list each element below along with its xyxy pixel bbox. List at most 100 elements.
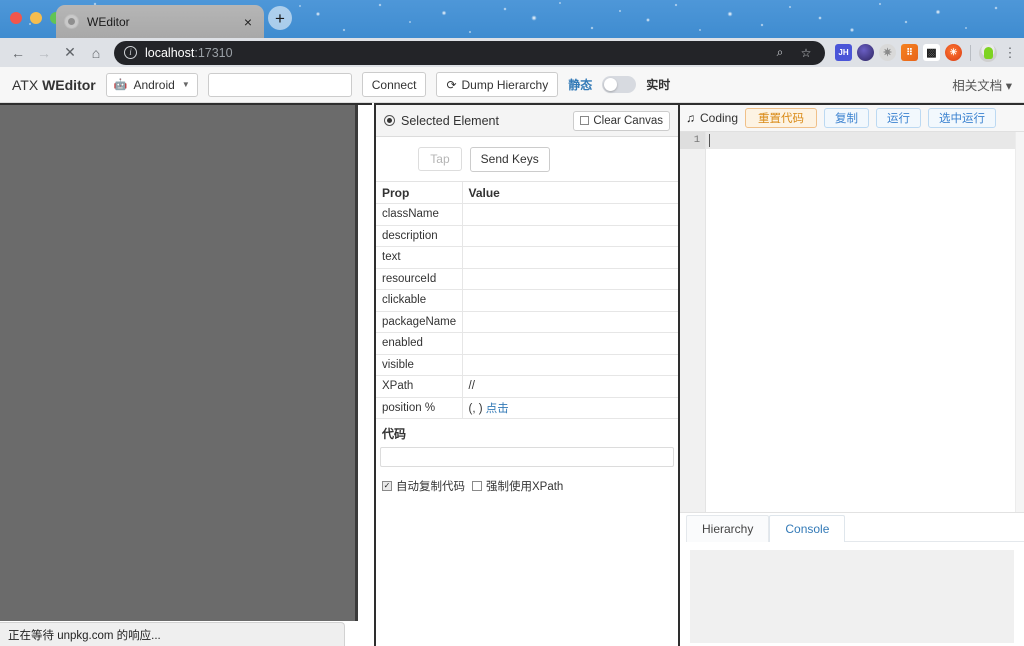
tab-hierarchy[interactable]: Hierarchy bbox=[686, 515, 770, 542]
line-number: 1 bbox=[680, 132, 705, 149]
auto-copy-code-checkbox[interactable]: 自动复制代码 bbox=[382, 478, 465, 494]
prop-value bbox=[462, 246, 678, 269]
table-row: resourceId bbox=[376, 268, 678, 290]
bookmark-star-icon[interactable]: ☆ bbox=[797, 46, 815, 60]
search-icon[interactable]: ⌕ bbox=[771, 45, 789, 60]
editor-active-line[interactable] bbox=[706, 132, 1024, 149]
mode-live-label[interactable]: 实时 bbox=[646, 76, 670, 93]
table-row: position % (, ) 点击 bbox=[376, 397, 678, 419]
forward-icon[interactable]: → bbox=[32, 41, 56, 65]
table-row: visible bbox=[376, 354, 678, 376]
code-section-label: 代码 bbox=[382, 427, 407, 441]
table-row: description bbox=[376, 225, 678, 247]
editor-vertical-scrollbar[interactable] bbox=[1015, 132, 1024, 512]
prop-value: // bbox=[462, 375, 678, 398]
copy-code-button[interactable]: 复制 bbox=[824, 108, 870, 128]
dump-hierarchy-label: Dump Hierarchy bbox=[461, 77, 549, 92]
prop-value bbox=[462, 354, 678, 376]
browser-toolbar: ← → ✕ ⌂ i localhost:17310 ⌕ ☆ JH ✷ ⠿ ▩ ✳… bbox=[0, 38, 1024, 67]
selected-element-title: Selected Element bbox=[401, 113, 499, 128]
browser-tab-strip: WEditor × + bbox=[0, 0, 1024, 38]
prop-value bbox=[462, 289, 678, 312]
back-icon[interactable]: ← bbox=[6, 41, 30, 65]
position-tap-link[interactable]: 点击 bbox=[486, 403, 509, 415]
url-host: localhost bbox=[145, 45, 195, 60]
prop-name: position % bbox=[376, 397, 463, 419]
extensions-row: JH ✷ ⠿ ▩ ✳ ⋮ bbox=[833, 43, 1018, 62]
table-row: packageName bbox=[376, 311, 678, 333]
app-toolbar: ATX WEditor 🤖 Android ▼ Connect ⟳ Dump H… bbox=[0, 67, 1024, 103]
toolbar-divider bbox=[970, 44, 971, 61]
purple-circle-extension-icon[interactable] bbox=[857, 44, 874, 61]
prop-value bbox=[462, 203, 678, 226]
device-serial-input[interactable] bbox=[207, 72, 352, 97]
column-header-prop: Prop bbox=[376, 182, 463, 204]
selected-element-header: Selected Element Clear Canvas bbox=[376, 105, 678, 137]
prop-name: XPath bbox=[376, 375, 463, 398]
related-docs-link[interactable]: 相关文档 ▾ bbox=[952, 75, 1012, 94]
chrome-menu-icon[interactable]: ⋮ bbox=[1002, 46, 1018, 59]
prop-name: description bbox=[376, 225, 463, 247]
code-editor[interactable]: 1 bbox=[680, 132, 1024, 512]
avatar[interactable] bbox=[979, 43, 997, 62]
editor-text-area[interactable] bbox=[706, 132, 1024, 512]
generated-code-box[interactable] bbox=[380, 447, 674, 467]
send-keys-button[interactable]: Send Keys bbox=[469, 146, 550, 172]
close-icon[interactable]: × bbox=[240, 15, 256, 29]
new-tab-button[interactable]: + bbox=[268, 6, 292, 30]
table-row: enabled bbox=[376, 332, 678, 355]
mode-static-label[interactable]: 静态 bbox=[568, 76, 592, 93]
qrcode-extension-icon[interactable]: ▩ bbox=[923, 44, 940, 61]
main-content: ⏻ POWER ⌂ Home ❮ Back Menu Selected Elem… bbox=[0, 103, 1024, 646]
device-screen-pane: ⏻ POWER ⌂ Home ❮ Back Menu bbox=[0, 103, 372, 646]
device-screen-canvas[interactable] bbox=[0, 105, 358, 621]
home-icon[interactable]: ⌂ bbox=[84, 41, 108, 65]
run-selection-button[interactable]: 选中运行 bbox=[928, 108, 997, 128]
console-panel bbox=[680, 542, 1024, 646]
console-output[interactable] bbox=[690, 550, 1014, 643]
mode-toggle-switch[interactable] bbox=[602, 76, 637, 93]
window-traffic-lights bbox=[10, 12, 62, 24]
refresh-icon: ⟳ bbox=[446, 77, 457, 92]
red-gear-extension-icon[interactable]: ✳ bbox=[945, 44, 962, 61]
address-bar[interactable]: i localhost:17310 ⌕ ☆ bbox=[114, 40, 825, 65]
close-window-button[interactable] bbox=[10, 12, 22, 24]
clear-canvas-button[interactable]: Clear Canvas bbox=[573, 110, 670, 131]
bottom-tab-bar: Hierarchy Console bbox=[680, 512, 1024, 542]
tab-bar-filler bbox=[845, 515, 1024, 542]
stop-loading-icon[interactable]: ✕ bbox=[58, 41, 82, 65]
connect-button[interactable]: Connect bbox=[361, 72, 427, 97]
url-port: :17310 bbox=[194, 45, 233, 60]
orange-grid-extension-icon[interactable]: ⠿ bbox=[901, 44, 918, 61]
chevron-down-icon: ▼ bbox=[181, 80, 190, 89]
note-icon: ♫ bbox=[686, 111, 695, 125]
coding-toolbar: ♫ Coding 重置代码 复制 运行 选中运行 bbox=[680, 105, 1024, 132]
force-xpath-checkbox[interactable]: 强制使用XPath bbox=[472, 478, 563, 494]
page-title: ATX WEditor bbox=[12, 77, 96, 93]
prop-name: text bbox=[376, 246, 463, 269]
site-info-icon[interactable]: i bbox=[124, 46, 137, 59]
address-bar-url: localhost:17310 bbox=[145, 46, 763, 60]
checkbox-icon bbox=[580, 116, 590, 125]
globe-icon bbox=[64, 14, 79, 29]
minimize-window-button[interactable] bbox=[30, 12, 42, 24]
prop-value bbox=[462, 311, 678, 333]
brand-name: WEditor bbox=[42, 76, 96, 93]
run-code-button[interactable]: 运行 bbox=[876, 108, 922, 128]
table-row: text bbox=[376, 246, 678, 269]
tap-button[interactable]: Tap bbox=[418, 147, 462, 171]
text-caret bbox=[709, 134, 710, 147]
device-platform-select[interactable]: 🤖 Android ▼ bbox=[105, 72, 198, 97]
table-row: className bbox=[376, 203, 678, 226]
prop-name: resourceId bbox=[376, 268, 463, 290]
browser-tab[interactable]: WEditor × bbox=[56, 5, 264, 38]
atom-extension-icon[interactable]: ✷ bbox=[879, 44, 896, 61]
table-header-row: Prop Value bbox=[376, 182, 678, 204]
reset-code-button[interactable]: 重置代码 bbox=[745, 108, 818, 128]
jh-extension-icon[interactable]: JH bbox=[835, 44, 852, 61]
dump-hierarchy-button[interactable]: ⟳ Dump Hierarchy bbox=[436, 72, 559, 97]
table-row: XPath// bbox=[376, 375, 678, 398]
selected-element-title-group: Selected Element bbox=[384, 114, 499, 128]
position-value: (, ) bbox=[468, 402, 483, 415]
tab-console[interactable]: Console bbox=[769, 515, 846, 542]
